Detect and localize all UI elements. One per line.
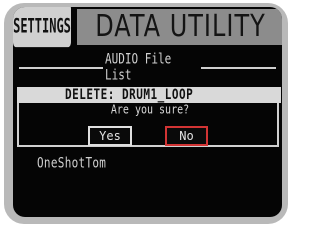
yes-button[interactable]: Yes — [88, 126, 132, 146]
section-divider-left — [19, 67, 103, 69]
confirm-prompt: Are you sure? — [110, 103, 190, 118]
settings-tab[interactable]: SETTINGS — [13, 7, 71, 48]
confirm-dialog: Are you sure? — [17, 103, 279, 147]
list-item[interactable]: OneShotTom — [37, 155, 106, 175]
header: SETTINGS DATA UTILITY — [13, 7, 282, 48]
page-title: DATA UTILITY — [95, 8, 266, 44]
section-divider-right — [201, 67, 276, 69]
selected-file-row: DELETE: DRUM1_LOOP — [17, 86, 281, 103]
section-title: AUDIO File List — [105, 50, 172, 84]
lcd-screen: SETTINGS DATA UTILITY AUDIO File List DE… — [13, 7, 282, 217]
no-button[interactable]: No — [165, 126, 208, 146]
